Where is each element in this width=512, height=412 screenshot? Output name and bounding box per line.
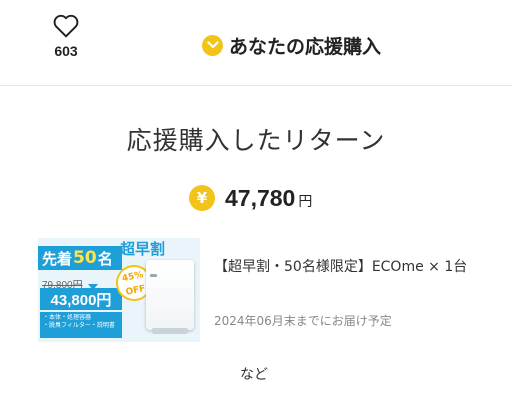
chevron-down-icon <box>202 34 223 56</box>
thumb-banner: 先着 50 名 <box>38 246 122 270</box>
purchase-amount: ¥ 47,780 円 <box>189 181 312 215</box>
return-item[interactable]: 先着 50 名 超早割 79,800円 43,800円 ・本体・処理容器 ・脱臭フィ… <box>38 238 498 344</box>
return-thumbnail[interactable]: 先着 50 名 超早割 79,800円 43,800円 ・本体・処理容器 ・脱臭フィ… <box>38 238 200 342</box>
support-purchase-label: あなたの応援購入 <box>229 35 382 58</box>
return-title: 【超早割・50名様限定】ECOme × 1台 <box>214 259 468 275</box>
product-device-image <box>146 260 194 334</box>
thumb-new-price: 43,800円 <box>40 288 122 310</box>
more-label: など <box>240 367 268 383</box>
thumb-super-early-label: 超早割 <box>120 240 166 258</box>
like-count: 603 <box>54 43 78 59</box>
section-title: 応援購入したリターン <box>126 126 386 155</box>
thumb-included-list: ・本体・処理容器 ・脱臭フィルター・説明書 <box>40 312 122 338</box>
yen-coin-icon: ¥ <box>189 185 215 211</box>
amount-value: 47,780 <box>225 184 296 211</box>
like-button[interactable]: 603 <box>46 14 86 59</box>
heart-icon <box>53 14 79 38</box>
support-purchase-toggle[interactable]: あなたの応援購入 <box>202 28 381 62</box>
return-delivery-date: 2024年06月末までにお届け予定 <box>214 314 392 328</box>
header: 603 あなたの応援購入 <box>0 0 512 84</box>
header-divider <box>0 85 512 86</box>
amount-unit: 円 <box>298 194 313 210</box>
